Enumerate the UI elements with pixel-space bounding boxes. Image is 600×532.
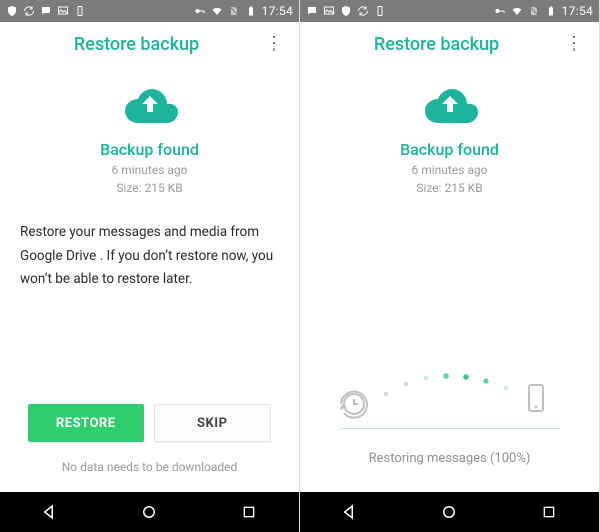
cloud-upload-icon	[122, 84, 178, 130]
overflow-menu-icon[interactable]: ⋮	[261, 31, 287, 57]
screen-restore-progress: 17:54 Restore backup ⋮ Backup found 6 mi…	[300, 0, 600, 532]
vpn-key-icon	[494, 5, 506, 17]
cloud-upload-icon	[422, 84, 478, 130]
vpn-key-icon	[194, 5, 206, 17]
backup-time: 6 minutes ago	[112, 163, 188, 177]
content-area: Backup found 6 minutes ago Size: 215 KB …	[0, 66, 299, 492]
progress-bar	[340, 428, 560, 429]
progress-animation	[340, 366, 560, 422]
backup-size: Size: 215 KB	[116, 181, 182, 195]
screen-title: Restore backup	[312, 34, 561, 55]
device-icon	[74, 5, 86, 17]
navigation-bar	[300, 492, 599, 532]
status-bar: 17:54	[0, 0, 299, 22]
backup-time: 6 minutes ago	[412, 163, 488, 177]
status-time: 17:54	[262, 4, 293, 18]
restore-description: Restore your messages and media from Goo…	[20, 221, 279, 292]
nav-home-icon[interactable]	[439, 502, 459, 522]
shield-icon	[6, 5, 18, 17]
status-bar: 17:54	[300, 0, 599, 22]
battery-icon	[245, 5, 257, 17]
screen-restore-prompt: 17:54 Restore backup ⋮ Backup found 6 mi…	[0, 0, 300, 532]
wifi-icon	[511, 5, 523, 17]
device-icon	[374, 5, 386, 17]
backup-found-heading: Backup found	[400, 140, 499, 159]
nav-back-icon[interactable]	[340, 502, 360, 522]
battery-icon	[545, 5, 557, 17]
image-icon	[323, 5, 335, 17]
overflow-menu-icon[interactable]: ⋮	[561, 31, 587, 57]
refresh-icon	[23, 5, 35, 17]
chat-icon	[40, 5, 52, 17]
download-hint: No data needs to be downloaded	[62, 460, 238, 474]
screen-title: Restore backup	[12, 34, 261, 55]
backup-found-heading: Backup found	[100, 140, 199, 159]
shield-icon	[340, 5, 352, 17]
status-time: 17:54	[562, 4, 593, 18]
nav-recents-icon[interactable]	[239, 502, 259, 522]
no-sim-icon	[528, 5, 540, 17]
nav-back-icon[interactable]	[40, 502, 60, 522]
no-sim-icon	[228, 5, 240, 17]
chat-icon	[306, 5, 318, 17]
content-area: Backup found 6 minutes ago Size: 215 KB	[300, 66, 599, 492]
image-icon	[57, 5, 69, 17]
app-header: Restore backup ⋮	[300, 22, 599, 66]
navigation-bar	[0, 492, 299, 532]
skip-button[interactable]: SKIP	[154, 404, 272, 442]
refresh-icon	[357, 5, 369, 17]
app-header: Restore backup ⋮	[0, 22, 299, 66]
wifi-icon	[211, 5, 223, 17]
restore-button[interactable]: RESTORE	[28, 404, 144, 442]
nav-recents-icon[interactable]	[539, 502, 559, 522]
button-row: RESTORE SKIP	[20, 404, 279, 442]
nav-home-icon[interactable]	[139, 502, 159, 522]
backup-size: Size: 215 KB	[416, 181, 482, 195]
progress-status-text: Restoring messages (100%)	[369, 451, 531, 466]
